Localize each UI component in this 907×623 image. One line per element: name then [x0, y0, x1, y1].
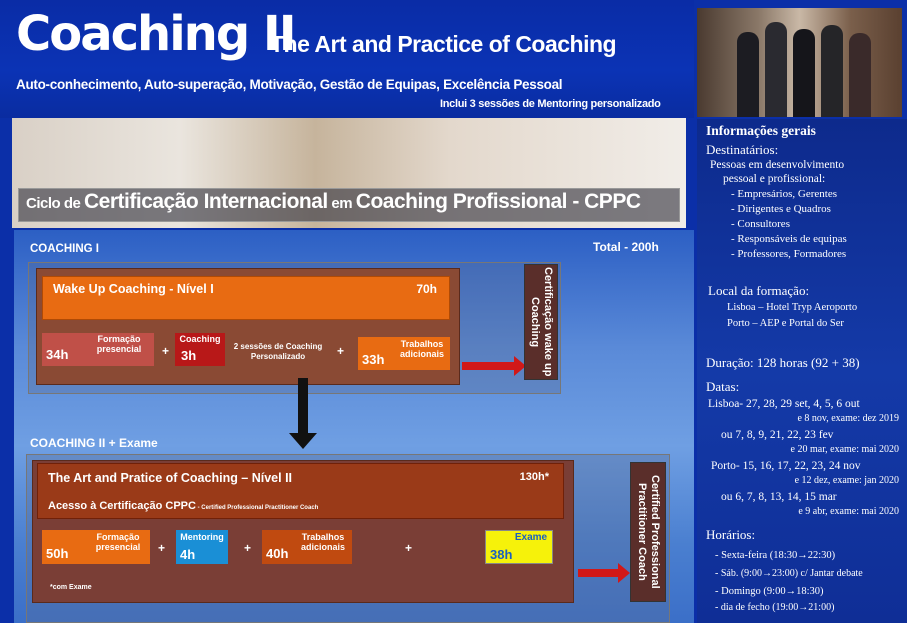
horario-item: - Sexta-feira (18:30→22:30) [715, 550, 836, 561]
trabalhos2-label: Trabalhos adicionais [300, 532, 345, 552]
plus-sign: + [337, 344, 345, 358]
tagline: Auto-conhecimento, Auto-superação, Motiv… [16, 77, 563, 92]
business-people-photo [697, 8, 902, 117]
person-silhouette [793, 29, 815, 117]
com-exame-note: *com Exame [50, 584, 92, 591]
page-title: Coaching II [16, 6, 297, 62]
coaching-hours: 3h [181, 348, 197, 363]
access-text: Acesso à Certificação CPPC [48, 500, 196, 512]
person-silhouette [737, 32, 759, 117]
coaching1-label: COACHING I [30, 243, 99, 255]
local-lisboa: Lisboa – Hotel Tryp Aeroporto [727, 302, 858, 313]
trabalhos-label: Trabalhos adicionais [399, 339, 444, 359]
horario-item: - Domingo (9:00→18:30) [715, 586, 824, 597]
cppc-text-part: Certificação Internacional [84, 190, 328, 213]
horarios-title: Horários: [706, 527, 756, 542]
mentoring-hours: 4h [180, 547, 196, 562]
coaching1-title-bar: Wake Up Coaching - Nível I 70h [42, 276, 450, 320]
coaching2-access: Acesso à Certificação CPPC - Certified P… [48, 500, 318, 512]
plus-sign: + [244, 541, 252, 555]
exame-hours: 38h [490, 547, 513, 562]
total-hours: Total - 200h [593, 240, 659, 254]
local-title: Local da formação: [708, 283, 810, 298]
cppc-banner-text: Ciclo de Certificação Internacional em C… [26, 190, 641, 214]
horario-item: - Sáb. (9:00→23:00) c/ Jantar debate [715, 568, 863, 579]
trabalhos-hours: 33h [362, 352, 385, 367]
mentoring-cell: Mentoring 4h [176, 530, 228, 564]
formacao-hours: 34h [46, 347, 69, 362]
datas-line: e 8 nov, exame: dez 2019 [797, 413, 899, 424]
exame-label: Exame [514, 532, 548, 543]
formacao2-label: Formação presencial [95, 532, 141, 552]
destinatarios-title: Destinatários: [706, 142, 779, 157]
info-title: Informações gerais [706, 123, 816, 138]
mentoring-note: Inclui 3 sessões de Mentoring personaliz… [440, 98, 661, 110]
duracao: Duração: 128 horas (92 + 38) [706, 355, 860, 370]
horario-item: - dia de fecho (19:00→21:00) [715, 602, 835, 613]
plus-sign: + [158, 541, 166, 555]
person-silhouette [765, 22, 787, 117]
coaching2-title-bar: The Art and Pratice of Coaching – Nível … [37, 463, 564, 519]
arrow-down-icon [289, 378, 317, 449]
coaching1-hours: 70h [416, 282, 437, 296]
trabalhos2-hours: 40h [266, 546, 289, 561]
dest-item: - Responsáveis de equipas [731, 233, 847, 245]
local-porto: Porto – AEP e Portal do Ser [727, 318, 844, 329]
trabalhos2-cell: 40h Trabalhos adicionais [262, 530, 352, 564]
coaching-label: Coaching [179, 334, 221, 344]
access-small-text: - Certified Professional Practitioner Co… [195, 505, 319, 511]
datas-line: e 20 mar, exame: mai 2020 [790, 444, 899, 455]
datas-line: ou 7, 8, 9, 21, 22, 23 fev [721, 429, 834, 441]
datas-line: Porto- 15, 16, 17, 22, 23, 24 nov [711, 460, 861, 472]
datas-title: Datas: [706, 379, 740, 394]
exame-cell: Exame 38h [485, 530, 553, 564]
coaching1-title: Wake Up Coaching - Nível I [53, 282, 214, 296]
formacao2-hours: 50h [46, 546, 69, 561]
coaching2-title: The Art and Pratice of Coaching – Nível … [48, 471, 293, 485]
person-silhouette [821, 25, 843, 117]
mentoring-label: Mentoring [180, 532, 224, 542]
coaching-cell: Coaching 3h [175, 333, 225, 366]
formacao-label: Formação presencial [96, 334, 142, 354]
dest-line: pessoal e profissional: [723, 173, 826, 185]
cppc-text-part: em [327, 195, 356, 212]
datas-line: e 12 dez, exame: jan 2020 [794, 475, 899, 486]
cppc-text-part: Ciclo de [26, 195, 85, 212]
datas-line: e 9 abr, exame: mai 2020 [798, 506, 899, 517]
dest-item: - Empresários, Gerentes [731, 188, 837, 200]
trabalhos-cell: 33h Trabalhos adicionais [358, 337, 450, 370]
dest-item: - Dirigentes e Quadros [731, 203, 831, 215]
arrow-right-icon [462, 356, 526, 376]
datas-line: ou 6, 7, 8, 13, 14, 15 mar [721, 491, 837, 503]
formacao-cell: 34h Formação presencial [42, 333, 154, 366]
coaching2-label: COACHING II + Exame [30, 436, 158, 450]
plus-sign: + [405, 541, 413, 555]
coaching2-hours: 130h* [519, 471, 549, 483]
sessoes-label: 2 sessões de Coaching Personalizado [233, 342, 323, 361]
sessoes-note: 2 sessões de Coaching Personalizado [228, 342, 328, 366]
formacao2-cell: 50h Formação presencial [42, 530, 150, 564]
dest-item: - Professores, Formadores [731, 248, 847, 260]
person-silhouette [849, 33, 871, 117]
page-subtitle: The Art and Practice of Coaching [270, 31, 617, 57]
plus-sign: + [162, 344, 170, 358]
certification-cppc: Certified Professional Practitioner Coac… [630, 462, 666, 602]
cppc-text-part: Coaching Profissional - CPPC [355, 190, 641, 213]
info-sidebar: Informações gerais Destinatários: Pessoa… [697, 119, 907, 623]
dest-item: - Consultores [731, 218, 790, 230]
arrow-right-icon [578, 563, 630, 583]
certification-wakeup: Certificação wake up Coaching [524, 264, 558, 380]
datas-line: Lisboa- 27, 28, 29 set, 4, 5, 6 out [708, 398, 860, 410]
dest-line: Pessoas em desenvolvimento [710, 159, 845, 171]
